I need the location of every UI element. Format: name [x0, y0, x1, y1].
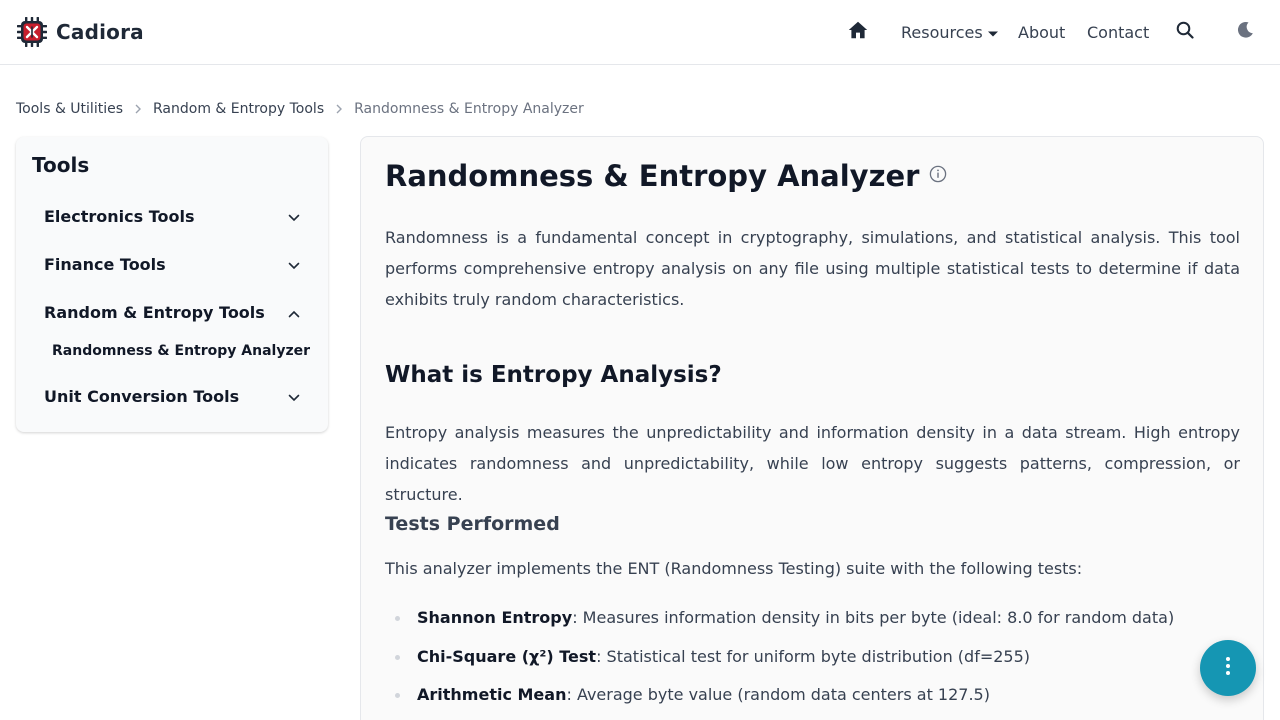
test-name: Shannon Entropy: [417, 608, 573, 627]
nav-resources-dropdown[interactable]: Resources: [901, 0, 999, 64]
section-heading-entropy-analysis: What is Entropy Analysis?: [385, 362, 722, 388]
tests-list: Shannon Entropy: Measures information de…: [385, 603, 1240, 719]
test-name: Chi-Square (χ²) Test: [417, 646, 597, 666]
intro-paragraph: Randomness is a fundamental concept in c…: [385, 228, 1240, 309]
entropy-paragraph: Entropy analysis measures the unpredicta…: [385, 423, 1240, 504]
list-item: Arithmetic Mean: Average byte value (ran…: [385, 680, 1240, 719]
tools-sidebar: Tools Electronics Tools Finance Tools Ra…: [16, 137, 328, 432]
chevron-right-icon: [324, 104, 354, 114]
nav-home[interactable]: [846, 0, 870, 64]
test-desc: : Statistical test for uniform byte dist…: [596, 646, 1031, 666]
theme-toggle-button[interactable]: [1235, 0, 1255, 64]
tests-intro-paragraph: This analyzer implements the ENT (Random…: [385, 559, 1083, 578]
logo[interactable]: Cadiora: [16, 16, 144, 48]
chevron-down-icon: [288, 255, 300, 274]
floating-menu-button[interactable]: [1200, 640, 1256, 696]
breadcrumb-item-current: Randomness & Entropy Analyzer: [354, 101, 584, 117]
logo-text: Cadiora: [56, 20, 144, 44]
search-button[interactable]: [1174, 0, 1196, 64]
search-icon: [1176, 21, 1194, 43]
breadcrumb-item-random-entropy-tools[interactable]: Random & Entropy Tools: [153, 101, 324, 117]
main-content: Randomness & Entropy Analyzer Randomness…: [360, 136, 1264, 720]
page-title-row: Randomness & Entropy Analyzer: [385, 159, 947, 193]
section-heading-tests-performed: Tests Performed: [385, 513, 560, 535]
chevron-up-icon: [288, 303, 300, 322]
nav-resources-label: Resources: [901, 22, 983, 42]
nav-contact-label: Contact: [1087, 22, 1150, 42]
test-desc: : Average byte value (random data center…: [566, 685, 990, 704]
top-header: Cadiora Resources About Contact: [0, 0, 1280, 65]
sidebar-item-label: Finance Tools: [44, 254, 166, 274]
breadcrumb-item-tools-utilities[interactable]: Tools & Utilities: [16, 101, 123, 117]
sidebar-item-electronics-tools[interactable]: Electronics Tools: [44, 202, 300, 230]
sidebar-item-unit-conversion-tools[interactable]: Unit Conversion Tools: [44, 382, 300, 410]
list-item: Chi-Square (χ²) Test: Statistical test f…: [385, 642, 1240, 681]
nav-contact[interactable]: Contact: [1087, 0, 1149, 64]
breadcrumb: Tools & Utilities Random & Entropy Tools…: [16, 99, 584, 119]
chevron-down-icon: [288, 207, 300, 226]
home-icon: [848, 21, 868, 43]
nav-about[interactable]: About: [1018, 0, 1065, 64]
more-vertical-icon: [1225, 656, 1231, 680]
sidebar-title: Tools: [32, 153, 90, 177]
chevron-down-icon: [288, 387, 300, 406]
sidebar-item-label: Electronics Tools: [44, 206, 195, 226]
sidebar-item-label: Random & Entropy Tools: [44, 302, 265, 322]
test-name: Arithmetic Mean: [417, 685, 567, 704]
chevron-right-icon: [123, 104, 153, 114]
sidebar-item-finance-tools[interactable]: Finance Tools: [44, 250, 300, 278]
test-desc: : Measures information density in bits p…: [572, 608, 1175, 627]
cadiora-chip-icon: [16, 16, 48, 48]
page-title: Randomness & Entropy Analyzer: [385, 159, 920, 193]
sidebar-item-label: Unit Conversion Tools: [44, 386, 240, 406]
list-item: Shannon Entropy: Measures information de…: [385, 603, 1240, 642]
caret-down-icon: [987, 23, 999, 42]
nav-about-label: About: [1018, 22, 1066, 42]
moon-icon: [1236, 21, 1254, 43]
sidebar-subitem-randomness-entropy-analyzer[interactable]: Randomness & Entropy Analyzer: [52, 343, 310, 359]
info-icon[interactable]: [929, 165, 947, 187]
sidebar-item-random-entropy-tools[interactable]: Random & Entropy Tools: [44, 298, 300, 326]
